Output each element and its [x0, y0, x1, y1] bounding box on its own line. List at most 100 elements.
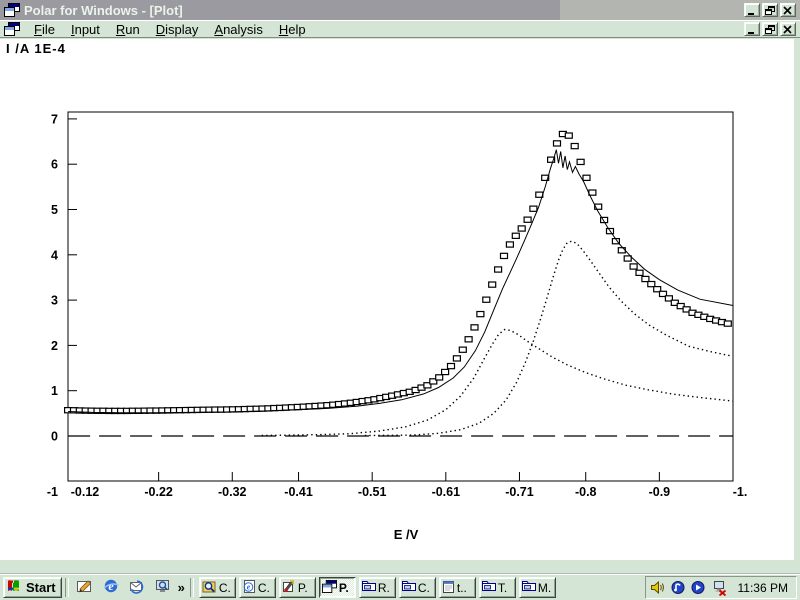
start-button[interactable]: Start	[3, 577, 62, 598]
x-tick-label: -0.8	[575, 485, 597, 499]
menu-item-run[interactable]: Run	[108, 22, 148, 37]
series-experimental-current	[65, 131, 732, 413]
x-tick-label: -0.41	[284, 485, 313, 499]
window-close-button[interactable]	[780, 3, 796, 17]
task-button-label: C.	[258, 581, 270, 595]
menu-item-help[interactable]: Help	[271, 22, 314, 37]
app-icon	[4, 3, 20, 17]
titlebar[interactable]: Polar for Windows - [Plot]	[0, 0, 800, 20]
taskbar-separator	[190, 578, 194, 597]
task-button-1-search-folder[interactable]: C.	[199, 577, 236, 598]
app-window: Polar for Windows - [Plot] FileInputRunD…	[0, 0, 800, 600]
notepad-icon	[442, 580, 455, 596]
taskbar-separator	[65, 578, 69, 597]
taskbar: Start e » C. e C. P. P. R. C. t.. T.M. 11:36 PM	[0, 574, 800, 600]
task-button-label: P.	[298, 581, 308, 595]
data-point-marker	[465, 337, 472, 342]
x-tick-label: -1.	[733, 485, 748, 499]
data-point-marker	[618, 248, 625, 253]
plot-frame	[68, 112, 733, 481]
folder-icon	[362, 580, 376, 595]
mdi-window-controls	[744, 22, 796, 36]
data-point-marker	[583, 175, 590, 180]
window-title: Polar for Windows - [Plot]	[24, 3, 183, 18]
window-restore-button[interactable]	[762, 3, 778, 17]
data-point-marker	[524, 217, 531, 222]
task-button-5-folder[interactable]: R.	[359, 577, 396, 598]
svg-text:e: e	[247, 582, 251, 591]
task-button-9-folder[interactable]: M.	[519, 577, 556, 598]
x-tick-label: -0.12	[71, 485, 100, 499]
y-tick-label: 1	[51, 384, 58, 398]
data-point-marker	[724, 321, 731, 326]
y-tick-label: 7	[51, 112, 58, 126]
data-point-marker	[530, 206, 537, 211]
data-point-marker	[512, 233, 519, 238]
data-point-marker	[483, 297, 490, 302]
task-button-strip: C. e C. P. P. R. C. t.. T.M.	[199, 577, 556, 598]
data-point-marker	[453, 356, 460, 361]
quick-launch-outlook-express[interactable]	[126, 578, 148, 598]
x-axis-label: E /V	[394, 527, 419, 542]
data-point-marker	[571, 144, 578, 149]
restore-icon	[765, 3, 775, 18]
polar-app-icon	[322, 580, 337, 596]
data-point-marker	[648, 282, 655, 287]
data-point-marker	[477, 312, 484, 317]
volume-icon[interactable]	[650, 579, 667, 596]
series-component-peak-1	[262, 330, 733, 436]
restore-icon	[765, 22, 775, 37]
x-tick-label: -0.32	[218, 485, 247, 499]
menu-item-input[interactable]: Input	[63, 22, 108, 37]
tray-clock: 11:36 PM	[738, 581, 788, 595]
x-tick-label: -0.51	[358, 485, 387, 499]
quick-launch-show-desktop[interactable]	[74, 578, 96, 598]
menu-item-display[interactable]: Display	[148, 22, 207, 37]
series-component-peak-2	[365, 241, 733, 435]
window-controls	[744, 3, 796, 17]
task-button-4-polar-app[interactable]: P.	[319, 577, 356, 598]
mdi-document-icon	[4, 22, 20, 36]
menu-item-analysis[interactable]: Analysis	[206, 22, 270, 37]
task-button-label: t..	[457, 581, 467, 595]
ie-document-icon: e	[242, 580, 256, 596]
quick-launch-overflow-chevron[interactable]: »	[176, 580, 187, 595]
folder-icon	[482, 580, 496, 595]
plot-client-area: I /A 1E-4 01234567-1-0.12-0.22-0.32-0.41…	[0, 39, 794, 560]
media-player-2-icon[interactable]	[690, 579, 707, 596]
x-tick-label: -0.9	[649, 485, 671, 499]
mdi-close-button[interactable]	[780, 22, 796, 36]
task-button-2-ie-document[interactable]: e C.	[239, 577, 276, 598]
network-offline-icon[interactable]	[710, 579, 727, 596]
data-point-marker	[642, 276, 649, 281]
task-button-6-folder[interactable]: C.	[399, 577, 436, 598]
menubar: FileInputRunDisplayAnalysisHelp	[0, 20, 800, 38]
window-minimize-button[interactable]	[744, 3, 760, 17]
menu-item-file[interactable]: File	[26, 22, 63, 37]
quick-launch-internet-explorer[interactable]: e	[100, 578, 122, 598]
data-point-marker	[436, 375, 443, 380]
quick-launch-media-viewer[interactable]	[152, 578, 174, 598]
data-point-marker	[630, 264, 637, 269]
media-player-icon[interactable]	[670, 579, 687, 596]
y-tick-label: 2	[51, 339, 58, 353]
task-button-8-folder[interactable]: T.	[479, 577, 516, 598]
task-button-3-graphics-app[interactable]: P.	[279, 577, 316, 598]
task-button-7-notepad[interactable]: t..	[439, 577, 476, 598]
mdi-restore-button[interactable]	[762, 22, 778, 36]
minimize-icon	[747, 3, 757, 18]
series-raw-current-curve	[68, 150, 733, 413]
task-button-label: C.	[418, 581, 430, 595]
data-point-marker	[471, 325, 478, 330]
mdi-minimize-button[interactable]	[744, 22, 760, 36]
y-tick-label: 3	[51, 294, 58, 308]
media-viewer-icon	[154, 578, 172, 597]
windows-logo-icon	[7, 579, 23, 596]
data-point-marker	[442, 369, 449, 374]
start-label: Start	[26, 580, 56, 595]
data-point-marker	[554, 141, 561, 146]
internet-explorer-icon: e	[102, 578, 120, 597]
outlook-express-icon	[128, 578, 146, 597]
y-tick-label: 6	[51, 158, 58, 172]
task-button-label: P.	[339, 581, 349, 595]
